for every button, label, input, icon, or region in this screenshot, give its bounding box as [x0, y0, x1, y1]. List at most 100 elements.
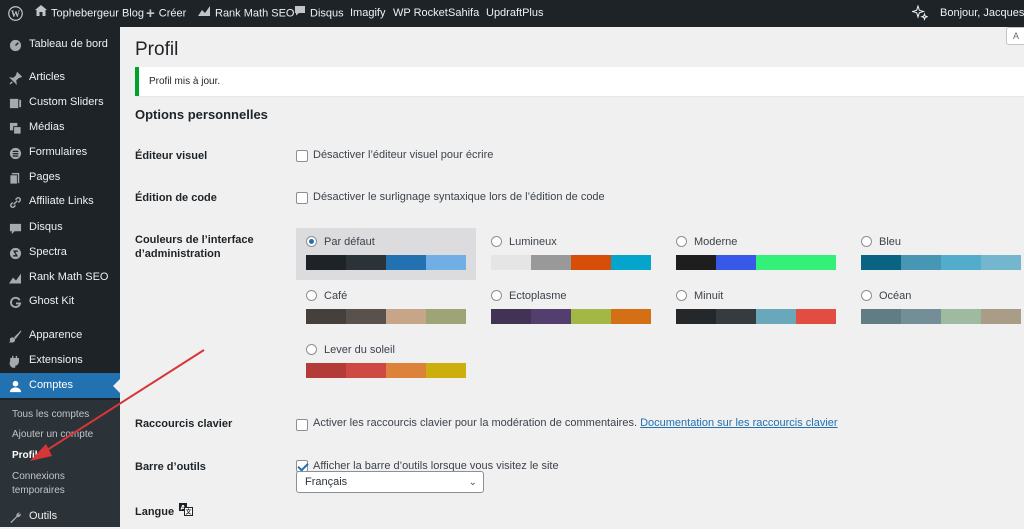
spectra-icon	[8, 246, 22, 260]
scheme-midnight[interactable]: Minuit	[666, 282, 846, 334]
shortcuts-doc-link[interactable]: Documentation sur les raccourcis clavier	[640, 417, 837, 429]
color-swatch	[676, 309, 716, 324]
color-swatch	[796, 255, 836, 270]
scheme-name: Lever du soleil	[324, 344, 395, 356]
sidebar-item-forms[interactable]: Formulaires	[0, 140, 120, 165]
code-editing-text[interactable]: Désactiver le surlignage syntaxique lors…	[313, 191, 605, 203]
new-label: Créer	[158, 7, 187, 20]
wordpress-logo-icon[interactable]: W	[8, 0, 23, 27]
color-swatch	[676, 255, 716, 270]
adminbar-updraftplus[interactable]: UpdraftPlus	[486, 0, 543, 27]
scheme-radio[interactable]	[861, 236, 872, 247]
sidebar-item-articles[interactable]: Articles	[0, 65, 120, 90]
sidebar-item-pages[interactable]: Pages	[0, 165, 120, 190]
admin-bar: W Tophebergeur Blog + Créer Rank Math SEO…	[0, 0, 1024, 27]
rankmath-chart-icon	[198, 0, 211, 27]
color-swatch	[756, 309, 796, 324]
color-swatch	[901, 309, 941, 324]
sidebar-item-appearance[interactable]: Apparence	[0, 323, 120, 348]
scheme-radio[interactable]	[676, 290, 687, 301]
color-swatch	[531, 255, 571, 270]
scheme-radio[interactable]	[306, 236, 317, 247]
color-swatch	[306, 255, 346, 270]
color-scheme-label: Couleurs de l’interface d’administration	[135, 234, 254, 260]
scheme-name: Ectoplasme	[509, 290, 567, 302]
scheme-blue[interactable]: Bleu	[851, 228, 1024, 280]
color-swatch	[861, 309, 901, 324]
plus-icon: +	[146, 5, 155, 22]
adminbar-new-content[interactable]: + Créer	[146, 0, 186, 27]
scheme-radio[interactable]	[861, 290, 872, 301]
language-select[interactable]: Français ⌄	[296, 471, 484, 493]
adminbar-wprocket[interactable]: WP Rocket	[393, 0, 448, 27]
code-editing-checkbox[interactable]	[296, 192, 308, 204]
page-title: Profil	[135, 39, 179, 60]
color-swatch	[386, 255, 426, 270]
adminbar-site-name[interactable]: Tophebergeur Blog	[35, 0, 144, 27]
visual-editor-text[interactable]: Désactiver l’éditeur visuel pour écrire	[313, 149, 493, 161]
color-swatch	[796, 309, 836, 324]
scheme-ocean[interactable]: Océan	[851, 282, 1024, 334]
shortcuts-description[interactable]: Activer les raccourcis clavier pour la m…	[313, 417, 637, 429]
scheme-radio[interactable]	[491, 290, 502, 301]
adminbar-sahifa[interactable]: Sahifa	[448, 0, 479, 27]
toolbar-label: Barre d’outils	[135, 461, 206, 473]
brush-icon	[8, 329, 22, 343]
submenu-all-users[interactable]: Tous les comptes	[12, 408, 112, 422]
sidebar-item-tools[interactable]: Outils	[0, 504, 120, 529]
adminbar-disqus[interactable]: Disqus	[294, 0, 344, 27]
sidebar-item-custom-sliders[interactable]: Custom Sliders	[0, 90, 120, 115]
scheme-default[interactable]: Par défaut	[296, 228, 476, 280]
color-swatch	[306, 309, 346, 324]
scheme-light[interactable]: Lumineux	[481, 228, 661, 280]
scheme-name: Café	[324, 290, 348, 302]
scheme-radio[interactable]	[306, 344, 317, 355]
color-swatch	[386, 363, 426, 378]
sidebar-item-spectra[interactable]: Spectra	[0, 240, 120, 265]
sidebar-item-label: Pages	[29, 171, 61, 183]
sidebar-item-label: Médias	[29, 121, 65, 133]
shortcuts-checkbox[interactable]	[296, 419, 308, 431]
sidebar-item-affiliate-links[interactable]: Affiliate Links	[0, 189, 120, 214]
color-swatch	[981, 309, 1021, 324]
scheme-swatches	[676, 255, 836, 270]
adminbar-imagify[interactable]: Imagify	[350, 0, 385, 27]
adminbar-greeting[interactable]: Bonjour, Jacques Tre	[940, 0, 1024, 27]
scheme-radio[interactable]	[676, 236, 687, 247]
color-swatch	[426, 363, 466, 378]
scheme-sunrise[interactable]: Lever du soleil	[296, 336, 476, 388]
scheme-radio[interactable]	[306, 290, 317, 301]
visual-editor-checkbox[interactable]	[296, 150, 308, 162]
sidebar-item-label: Rank Math SEO	[29, 271, 109, 283]
media-icon	[8, 121, 22, 135]
sidebar-item-disqus[interactable]: Disqus	[0, 215, 120, 240]
sidebar-item-ghostkit[interactable]: Ghost Kit	[0, 289, 120, 314]
section-title: Options personnelles	[135, 107, 268, 122]
color-swatch	[861, 255, 901, 270]
scheme-modern[interactable]: Moderne	[666, 228, 846, 280]
color-swatch	[571, 309, 611, 324]
language-value: Français	[305, 476, 348, 488]
sidebar-item-label: Outils	[29, 510, 58, 522]
scheme-ectoplasm[interactable]: Ectoplasme	[481, 282, 661, 334]
scheme-coffee[interactable]: Café	[296, 282, 476, 334]
sidebar-item-rankmath[interactable]: Rank Math SEO	[0, 265, 120, 290]
submenu-temporary-logins[interactable]: Connexions temporaires	[12, 470, 92, 498]
sidebar-item-label: Comptes	[29, 379, 74, 391]
sparkles-icon[interactable]	[910, 0, 929, 27]
submenu-add-user[interactable]: Ajouter un compte	[12, 428, 112, 442]
submenu-profile[interactable]: Profil	[12, 449, 112, 463]
sidebar-item-dashboard[interactable]: Tableau de bord	[0, 32, 120, 57]
scheme-name: Bleu	[879, 236, 902, 248]
scheme-swatches	[306, 255, 466, 270]
sidebar-item-medias[interactable]: Médias	[0, 115, 120, 140]
disqus-label: Disqus	[310, 7, 344, 20]
sidebar-item-extensions[interactable]: Extensions	[0, 348, 120, 373]
color-swatch	[426, 309, 466, 324]
adminbar-rankmath[interactable]: Rank Math SEO	[198, 0, 294, 27]
sidebar-item-label: Custom Sliders	[29, 96, 104, 108]
sidebar-item-comptes[interactable]: Comptes	[0, 373, 120, 398]
screen-options-button[interactable]: A	[1006, 27, 1024, 45]
scheme-radio[interactable]	[491, 236, 502, 247]
scheme-name: Océan	[879, 290, 912, 302]
